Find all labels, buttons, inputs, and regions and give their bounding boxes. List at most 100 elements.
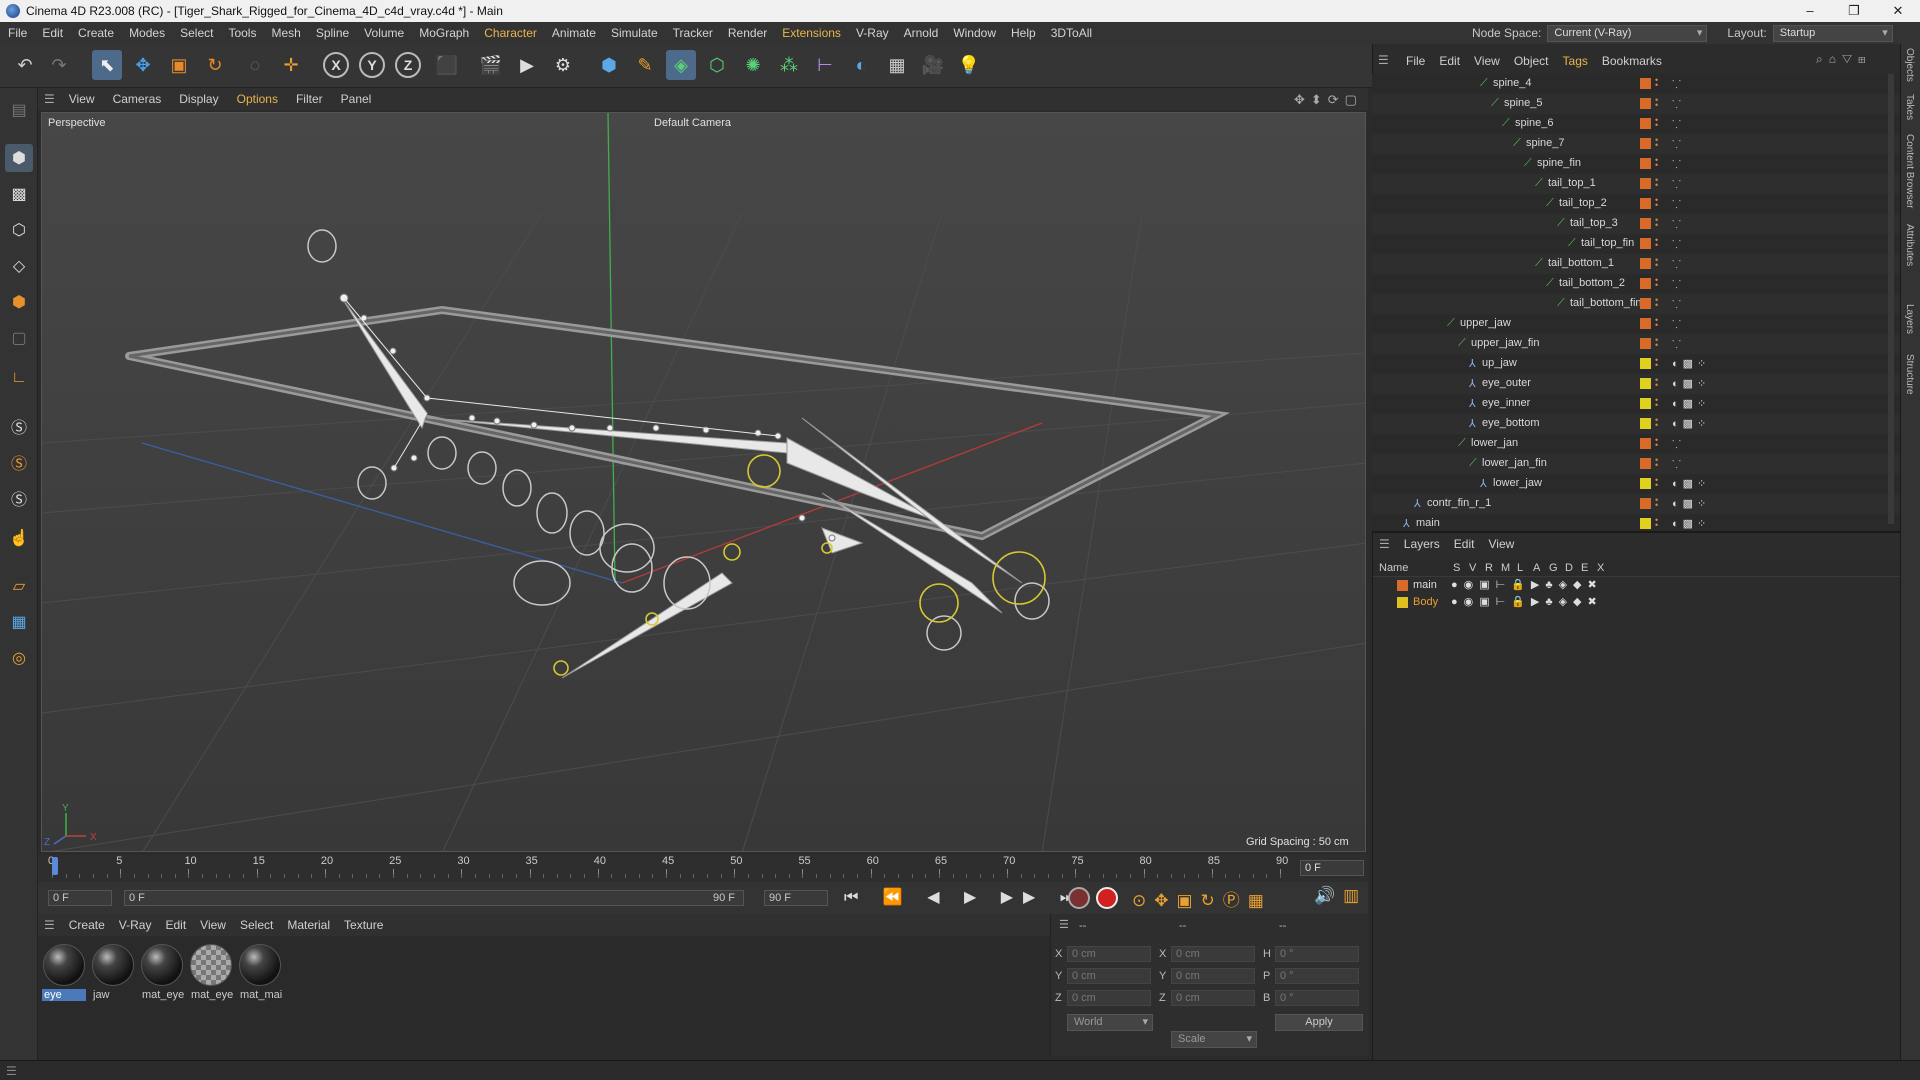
transform-tool-icon[interactable]: ✛ bbox=[276, 50, 306, 80]
menu-window[interactable]: Window bbox=[953, 26, 996, 40]
object-visibility-dots[interactable]: • • bbox=[1655, 76, 1659, 90]
hamburger-icon[interactable]: ☰ bbox=[44, 92, 55, 106]
object-layer-color[interactable] bbox=[1640, 478, 1651, 489]
object-visibility-dots[interactable]: • • bbox=[1655, 456, 1659, 470]
hamburger-icon[interactable]: ☰ bbox=[1378, 53, 1389, 67]
object-menu-object[interactable]: Object bbox=[1514, 54, 1549, 68]
object-visibility-dots[interactable]: • • bbox=[1655, 216, 1659, 230]
snapping-icon[interactable]: ◎ bbox=[5, 644, 33, 672]
material-preview[interactable] bbox=[141, 944, 183, 986]
object-row[interactable]: ⅄ eye_bottom bbox=[1372, 414, 1900, 434]
menu-extensions[interactable]: Extensions bbox=[782, 26, 841, 40]
texture-mode-icon[interactable]: ▩ bbox=[5, 180, 33, 208]
perspective-viewport[interactable]: Perspective Default Camera Grid Spacing … bbox=[41, 112, 1366, 852]
material-swatch[interactable]: eye bbox=[42, 944, 86, 1004]
timeline-ruler[interactable]: 051015202530354045505560657075808590 0 F bbox=[38, 855, 1368, 882]
viewport-menu-options[interactable]: Options bbox=[237, 92, 278, 106]
object-layer-color[interactable] bbox=[1640, 178, 1651, 189]
side-tab-attributes[interactable]: Attributes bbox=[1904, 224, 1915, 266]
menu-tools[interactable]: Tools bbox=[228, 26, 256, 40]
object-row[interactable]: ⟋ tail_bottom_2 bbox=[1372, 274, 1900, 294]
redo-icon[interactable]: ↷ bbox=[44, 50, 74, 80]
layer-toggle-icons[interactable]: ●◉▣⊢🔒▶♣◈◆✖ bbox=[1451, 578, 1603, 591]
menu-file[interactable]: File bbox=[8, 26, 27, 40]
side-tab-takes[interactable]: Takes bbox=[1904, 94, 1915, 120]
material-menu-view[interactable]: View bbox=[200, 918, 226, 932]
menu-3dtoall[interactable]: 3DToAll bbox=[1051, 26, 1092, 40]
timeline-window-icons[interactable]: 🔊▥ bbox=[1314, 886, 1367, 906]
object-visibility-dots[interactable]: • • bbox=[1655, 376, 1659, 390]
object-visibility-dots[interactable]: • • bbox=[1655, 516, 1659, 530]
layer-menu-edit[interactable]: Edit bbox=[1454, 537, 1475, 551]
object-visibility-dots[interactable]: • • bbox=[1655, 316, 1659, 330]
object-visibility-dots[interactable]: • • bbox=[1655, 116, 1659, 130]
camera-icon[interactable]: 🎥 bbox=[918, 50, 948, 80]
object-row[interactable]: ⟋ spine_4 bbox=[1372, 74, 1900, 94]
object-visibility-dots[interactable]: • • bbox=[1655, 396, 1659, 410]
size-x-field[interactable]: 0 cm bbox=[1171, 946, 1255, 962]
material-swatch[interactable]: jaw bbox=[91, 944, 135, 1004]
object-row[interactable]: ⅄ eye_inner bbox=[1372, 394, 1900, 414]
material-menu-select[interactable]: Select bbox=[240, 918, 273, 932]
hamburger-icon[interactable]: ☰ bbox=[44, 918, 55, 932]
hamburger-icon[interactable]: ☰ bbox=[1379, 537, 1390, 551]
object-layer-color[interactable] bbox=[1640, 518, 1651, 529]
object-row[interactable]: ⟋ tail_top_2 bbox=[1372, 194, 1900, 214]
material-menu-texture[interactable]: Texture bbox=[344, 918, 383, 932]
object-row[interactable]: ⟋ spine_7 bbox=[1372, 134, 1900, 154]
mograph-cloner-icon[interactable]: ✺ bbox=[738, 50, 768, 80]
object-layer-color[interactable] bbox=[1640, 138, 1651, 149]
object-tags-icon[interactable]: ◐▩⁘ bbox=[1672, 497, 1710, 510]
ik-tag-icon[interactable]: ⸪ bbox=[1672, 157, 1681, 172]
pen-spline-icon[interactable]: ✎ bbox=[630, 50, 660, 80]
menu-spline[interactable]: Spline bbox=[316, 26, 349, 40]
object-row[interactable]: ⅄ contr_fin_r_1 bbox=[1372, 494, 1900, 514]
object-tags-icon[interactable]: ◐▩⁘ bbox=[1672, 417, 1710, 430]
ik-tag-icon[interactable]: ⸪ bbox=[1672, 77, 1681, 92]
start-frame-field[interactable]: 0 F bbox=[48, 890, 112, 906]
render-settings-icon[interactable]: ⚙ bbox=[548, 50, 578, 80]
object-tags-icon[interactable]: ◐▩⁘ bbox=[1672, 517, 1710, 530]
autokey-icon[interactable] bbox=[1096, 887, 1118, 909]
object-visibility-dots[interactable]: • • bbox=[1655, 236, 1659, 250]
maximize-button[interactable]: ❐ bbox=[1832, 0, 1876, 22]
move-tool-icon[interactable]: ✥ bbox=[128, 50, 158, 80]
object-layer-color[interactable] bbox=[1640, 358, 1651, 369]
material-menu-material[interactable]: Material bbox=[287, 918, 330, 932]
object-menu-file[interactable]: File bbox=[1406, 54, 1425, 68]
object-visibility-dots[interactable]: • • bbox=[1655, 176, 1659, 190]
object-row[interactable]: ⟋ tail_bottom_1 bbox=[1372, 254, 1900, 274]
layer-column-e[interactable]: E bbox=[1581, 562, 1588, 574]
layer-column-g[interactable]: G bbox=[1549, 562, 1558, 574]
object-row[interactable]: ⟋ tail_top_1 bbox=[1372, 174, 1900, 194]
material-menu-vray[interactable]: V-Ray bbox=[119, 918, 152, 932]
layer-column-r[interactable]: R bbox=[1485, 562, 1493, 574]
object-row[interactable]: ⟋ upper_jaw_fin bbox=[1372, 334, 1900, 354]
object-visibility-dots[interactable]: • • bbox=[1655, 336, 1659, 350]
hamburger-icon[interactable]: ☰ bbox=[1059, 918, 1069, 931]
side-tab-content-browser[interactable]: Content Browser bbox=[1904, 134, 1915, 208]
object-visibility-dots[interactable]: • • bbox=[1655, 156, 1659, 170]
rotate-tool-icon[interactable]: ↻ bbox=[200, 50, 230, 80]
object-visibility-dots[interactable]: • • bbox=[1655, 496, 1659, 510]
menu-edit[interactable]: Edit bbox=[42, 26, 63, 40]
axis-mode-icon[interactable]: ∟ bbox=[5, 364, 33, 392]
size-mode-dropdown[interactable]: Scale bbox=[1171, 1031, 1257, 1048]
layer-column-a[interactable]: A bbox=[1533, 562, 1540, 574]
light-icon[interactable]: 💡 bbox=[954, 50, 984, 80]
extrude-generator-icon[interactable]: ⬡ bbox=[702, 50, 732, 80]
uv-mode-icon[interactable]: ▢ bbox=[5, 324, 33, 352]
object-layer-color[interactable] bbox=[1640, 318, 1651, 329]
object-tags-icon[interactable]: ◐▩⁘ bbox=[1672, 377, 1710, 390]
make-editable-icon[interactable]: ▤ bbox=[5, 96, 33, 124]
object-layer-color[interactable] bbox=[1640, 398, 1651, 409]
layer-column-s[interactable]: S bbox=[1453, 562, 1460, 574]
scale-tool-icon[interactable]: ▣ bbox=[164, 50, 194, 80]
object-row[interactable]: ⟋ tail_top_3 bbox=[1372, 214, 1900, 234]
layer-toggle-icons[interactable]: ●◉▣⊢🔒▶♣◈◆✖ bbox=[1451, 595, 1603, 608]
viewport-menu-view[interactable]: View bbox=[69, 92, 95, 106]
object-layer-color[interactable] bbox=[1640, 198, 1651, 209]
live-select-icon[interactable]: ◌ bbox=[240, 50, 270, 80]
object-menu-bookmarks[interactable]: Bookmarks bbox=[1602, 54, 1662, 68]
menu-mograph[interactable]: MoGraph bbox=[419, 26, 469, 40]
